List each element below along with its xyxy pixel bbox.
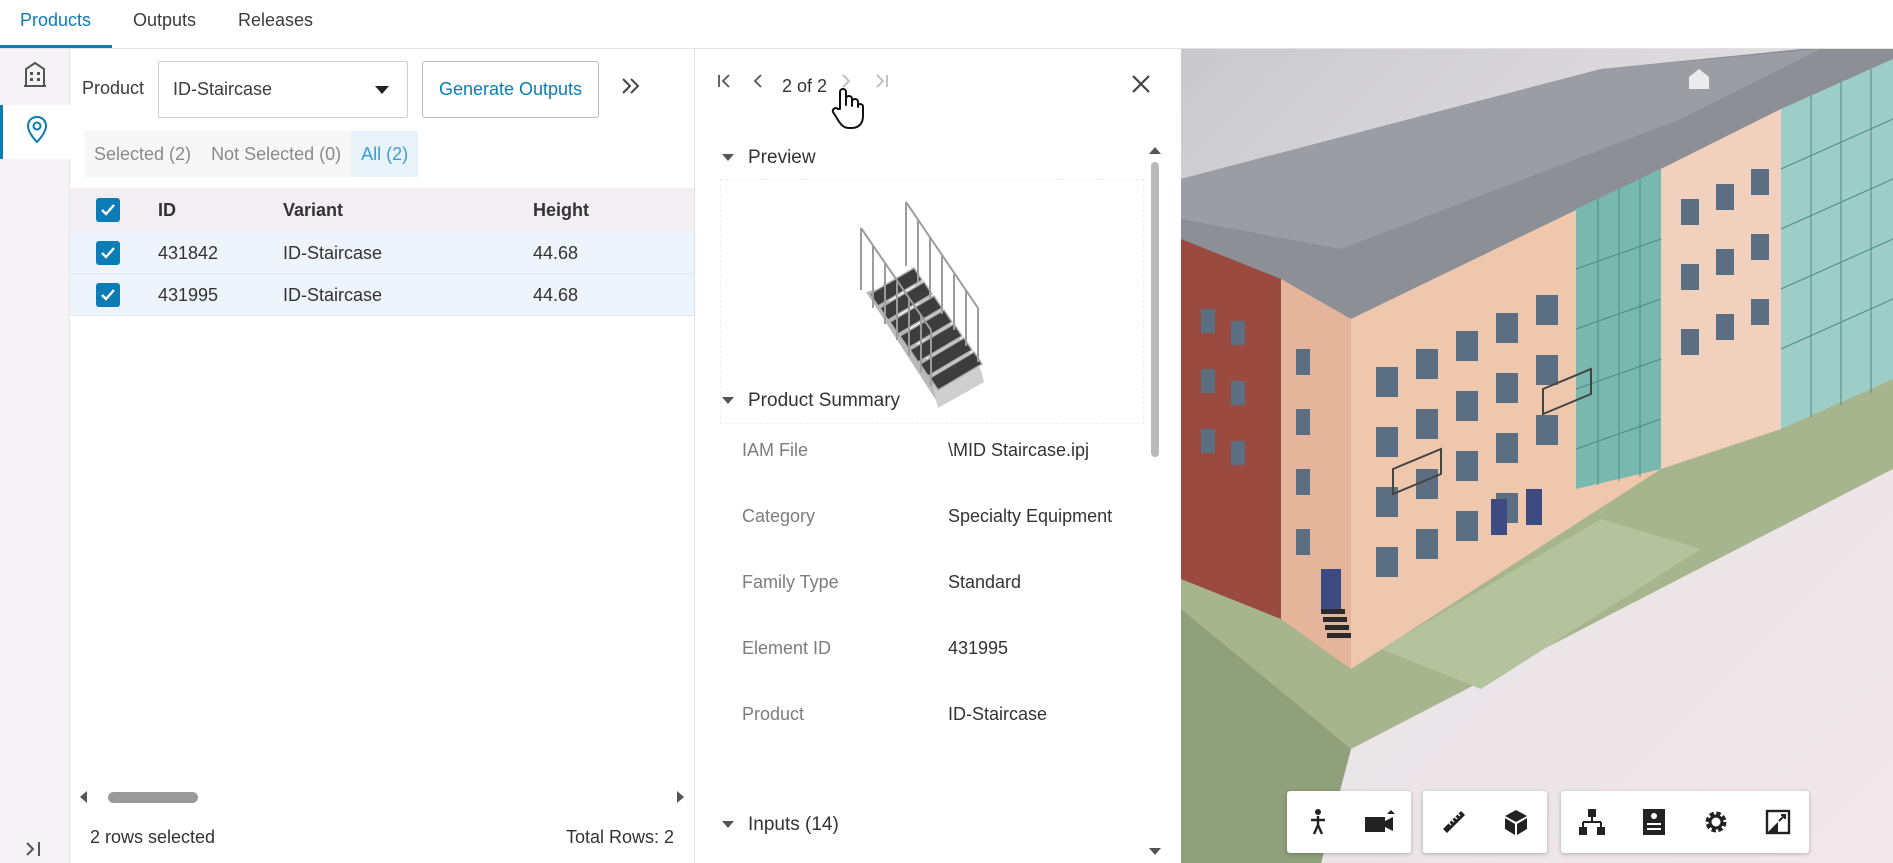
- expand-panel-icon[interactable]: [18, 836, 52, 862]
- filter-all[interactable]: All (2): [351, 131, 419, 177]
- field-label-category: Category: [742, 506, 816, 526]
- product-label: Product: [82, 78, 145, 98]
- section-box-icon[interactable]: [1485, 791, 1547, 853]
- scroll-up-icon[interactable]: [1149, 147, 1161, 154]
- building-icon: [22, 60, 48, 93]
- 3d-model-viewer[interactable]: [1181, 49, 1893, 863]
- collapse-caret-icon: [722, 397, 734, 405]
- select-all-checkbox[interactable]: [96, 198, 120, 222]
- field-label-iam-file: IAM File: [742, 440, 809, 460]
- field-label-element-id: Element ID: [742, 638, 832, 658]
- product-preview: [720, 179, 1144, 424]
- top-tab-bar: Products Outputs Releases: [0, 0, 1893, 49]
- inputs-section-title: Inputs (14): [748, 814, 839, 835]
- column-header-height[interactable]: Height: [533, 188, 589, 232]
- product-select-value: ID-Staircase: [173, 79, 273, 99]
- viewer-toolbar-navigation: [1287, 791, 1411, 853]
- product-summary-title: Product Summary: [748, 390, 901, 411]
- preview-section-title: Preview: [748, 147, 816, 168]
- close-icon[interactable]: [1130, 71, 1152, 101]
- product-summary-section-header[interactable]: Product Summary: [722, 390, 900, 412]
- double-chevron-right-icon[interactable]: [615, 71, 647, 103]
- cell-variant: ID-Staircase: [283, 243, 383, 263]
- field-value-iam-file: \MID Staircase.ipj: [948, 440, 1090, 460]
- chevron-down-icon: [375, 86, 389, 94]
- side-rail: [0, 49, 70, 863]
- collapse-caret-icon: [722, 154, 734, 162]
- rows-selected-status: 2 rows selected: [90, 827, 216, 847]
- viewer-toolbar-tools: [1423, 791, 1547, 853]
- cell-id: 431995: [158, 285, 219, 305]
- last-page-icon[interactable]: [874, 73, 890, 94]
- cell-id: 431842: [158, 243, 219, 263]
- rail-item-building[interactable]: [0, 49, 70, 103]
- selection-filter-group: Selected (2) Not Selected (0) All (2): [84, 131, 419, 177]
- active-tab-indicator: [0, 45, 112, 48]
- pager-position: 2 of 2: [782, 76, 828, 96]
- total-rows-status: Total Rows: 2: [565, 827, 674, 847]
- table-row[interactable]: 431995 ID-Staircase 44.68: [70, 274, 694, 316]
- camera-icon[interactable]: [1349, 791, 1411, 853]
- properties-icon[interactable]: [1623, 791, 1685, 853]
- scroll-right-icon[interactable]: [677, 791, 684, 803]
- field-value-element-id: 431995: [948, 638, 1009, 658]
- horizontal-scrollbar[interactable]: [80, 788, 684, 806]
- product-select[interactable]: ID-Staircase: [158, 61, 408, 118]
- collapse-caret-icon: [722, 821, 734, 829]
- inputs-section-header[interactable]: Inputs (14): [722, 814, 839, 836]
- scroll-left-icon[interactable]: [80, 791, 87, 803]
- first-page-icon[interactable]: [716, 73, 732, 94]
- field-value-product: ID-Staircase: [948, 704, 1048, 724]
- product-detail-panel: 2 of 2 Preview Product Summary IAM File …: [696, 49, 1180, 863]
- cell-height: 44.68: [533, 285, 579, 305]
- vertical-scrollbar[interactable]: [1148, 147, 1162, 863]
- settings-icon[interactable]: [1685, 791, 1747, 853]
- staircase-preview-image: [860, 201, 984, 408]
- tab-products[interactable]: Products: [20, 0, 91, 49]
- fullscreen-icon[interactable]: [1747, 791, 1809, 853]
- filter-not-selected[interactable]: Not Selected (0): [201, 131, 352, 177]
- cell-height: 44.68: [533, 243, 579, 263]
- cell-variant: ID-Staircase: [283, 285, 383, 305]
- product-panel: Product ID-Staircase Generate Outputs Se…: [70, 49, 695, 863]
- rail-item-location[interactable]: [0, 105, 70, 159]
- table-header: ID Variant Height: [70, 188, 694, 232]
- field-label-product: Product: [742, 704, 805, 724]
- tab-outputs[interactable]: Outputs: [133, 0, 196, 49]
- row-checkbox[interactable]: [96, 241, 120, 265]
- field-value-family-type: Standard: [948, 572, 1022, 592]
- hand-cursor-icon: [830, 87, 864, 136]
- column-header-variant[interactable]: Variant: [283, 188, 343, 232]
- field-label-family-type: Family Type: [742, 572, 839, 592]
- filter-selected[interactable]: Selected (2): [84, 131, 202, 177]
- vertical-scroll-thumb[interactable]: [1151, 162, 1159, 457]
- preview-section-header[interactable]: Preview: [722, 147, 816, 169]
- generate-outputs-button[interactable]: Generate Outputs: [422, 61, 599, 118]
- field-value-category: Specialty Equipment: [948, 506, 1113, 526]
- model-browser-icon[interactable]: [1561, 791, 1623, 853]
- location-pin-icon: [25, 115, 49, 150]
- horizontal-scroll-thumb[interactable]: [108, 792, 198, 803]
- measure-icon[interactable]: [1423, 791, 1485, 853]
- walk-icon[interactable]: [1287, 791, 1349, 853]
- tab-releases[interactable]: Releases: [238, 0, 313, 49]
- row-checkbox[interactable]: [96, 283, 120, 307]
- table-row[interactable]: 431842 ID-Staircase 44.68: [70, 232, 694, 274]
- viewer-toolbar-settings: [1561, 791, 1809, 853]
- scroll-down-icon[interactable]: [1149, 848, 1161, 855]
- building-model-render: [1181, 49, 1893, 863]
- previous-page-icon[interactable]: [752, 73, 764, 94]
- column-header-id[interactable]: ID: [158, 188, 176, 232]
